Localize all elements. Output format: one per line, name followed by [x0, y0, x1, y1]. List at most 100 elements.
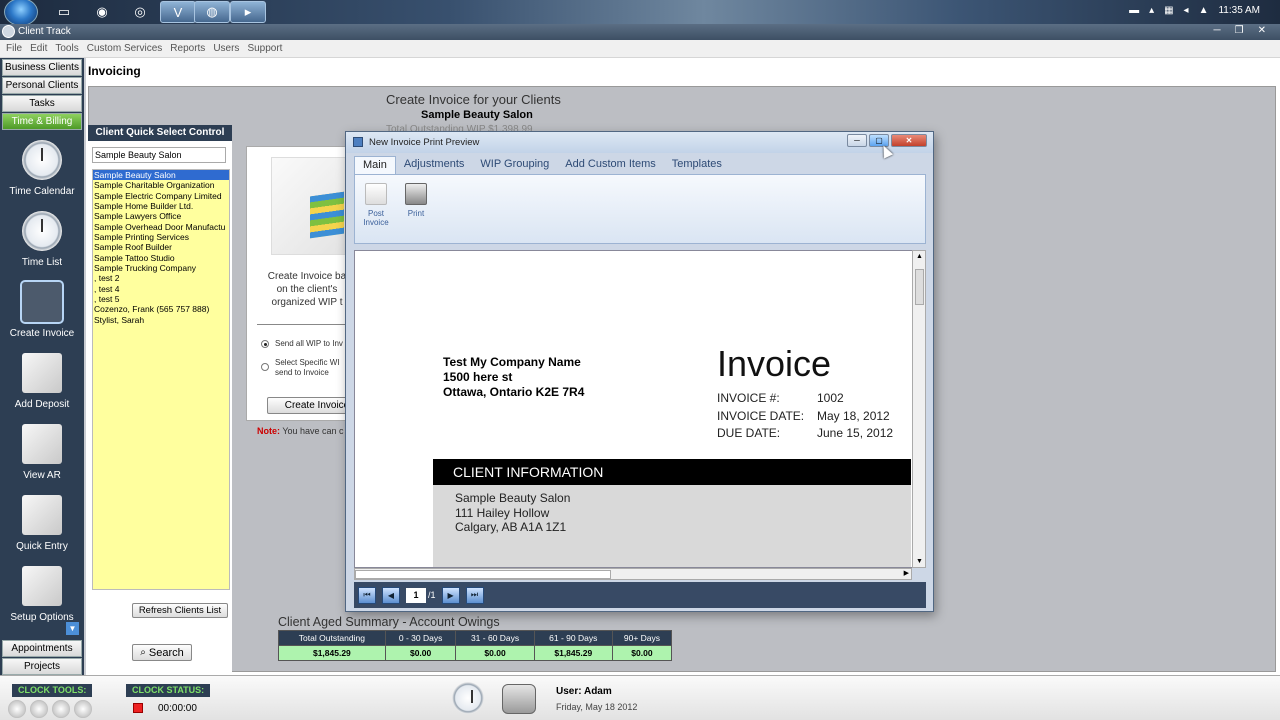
menu-file[interactable]: File — [2, 40, 26, 57]
nav-tab-time-billing[interactable]: Time & Billing — [2, 113, 82, 130]
scroll-up-icon[interactable]: ▲ — [916, 253, 923, 260]
nav-item-create-invoice[interactable]: Create Invoice — [0, 273, 84, 344]
nav-item-setup-options[interactable]: Setup Options — [0, 557, 84, 628]
close-icon[interactable]: ✕ — [891, 134, 927, 147]
nav-item-quick-entry[interactable]: Quick Entry — [0, 486, 84, 557]
menu-support[interactable]: Support — [243, 40, 286, 57]
close-icon[interactable]: ✕ — [1258, 25, 1266, 36]
signal-icon[interactable]: ▲ — [1199, 5, 1209, 16]
client-search-input[interactable] — [92, 147, 226, 163]
keyboard-icon[interactable]: ▬ — [1129, 5, 1139, 16]
list-item[interactable]: Sample Charitable Organization — [93, 180, 229, 190]
volume-icon[interactable]: ◂ — [1184, 5, 1189, 16]
create-heading: Create Invoice for your Clients — [386, 92, 561, 107]
prev-page-icon[interactable]: ◀ — [382, 586, 400, 604]
radio-send-all-wip[interactable]: Send all WIP to Inv — [261, 339, 343, 349]
minimize-icon[interactable]: ─ — [1214, 25, 1221, 36]
tab-main[interactable]: Main — [354, 156, 396, 174]
nav-item-time-list[interactable]: Time List — [0, 202, 84, 273]
menu-users[interactable]: Users — [209, 40, 243, 57]
network-icon[interactable]: ▦ — [1164, 5, 1173, 16]
os-taskbar: ▭ ◉ ◎ V ◍ ▸ ▬ ▴ ▦ ◂ ▲ 11:35 AM — [0, 0, 1280, 26]
minimize-icon[interactable]: ─ — [847, 134, 867, 147]
tab-add-custom-items[interactable]: Add Custom Items — [557, 156, 663, 174]
post-invoice-label: Post Invoice — [363, 209, 389, 227]
scroll-right-icon[interactable]: ▶ — [904, 569, 909, 577]
scroll-thumb[interactable] — [355, 570, 611, 579]
stopwatch-add-icon[interactable] — [452, 682, 484, 714]
list-item[interactable]: Cozenzo, Frank (565 757 888) — [93, 304, 229, 314]
clock-text[interactable]: 11:35 AM — [1218, 5, 1260, 16]
nav-tab-appointments[interactable]: Appointments — [2, 640, 82, 657]
status-bar: CLOCK TOOLS: CLOCK STATUS: 00:00:00 User… — [0, 675, 1280, 720]
nav-item-view-ar[interactable]: View AR — [0, 415, 84, 486]
scroll-down-icon[interactable]: ▼ — [916, 558, 923, 565]
tab-wip-grouping[interactable]: WIP Grouping — [472, 156, 557, 174]
nav-tab-business-clients[interactable]: Business Clients — [2, 59, 82, 76]
clock-reset-icon[interactable] — [74, 700, 92, 718]
last-page-icon[interactable]: ⏭ — [465, 586, 484, 604]
clock-pause-icon[interactable] — [30, 700, 48, 718]
table-cell: $0.00 — [611, 645, 673, 661]
page-total: /1 — [428, 590, 436, 600]
radio-dot[interactable] — [261, 340, 269, 348]
page-number-input[interactable]: 1 — [406, 587, 426, 603]
list-item[interactable]: , test 2 — [93, 273, 229, 283]
clock-start-icon[interactable] — [8, 700, 26, 718]
folder-icon[interactable]: ▭ — [46, 1, 82, 23]
nav-tab-personal-clients[interactable]: Personal Clients — [2, 77, 82, 94]
browser-icon[interactable]: ◎ — [122, 1, 158, 23]
first-page-icon[interactable]: ⏮ — [358, 586, 376, 604]
horizontal-scrollbar[interactable]: ▶ — [354, 568, 912, 580]
refresh-clients-button[interactable]: Refresh Clients List — [132, 603, 228, 618]
aged-summary-title: Client Aged Summary - Account Owings — [278, 615, 500, 629]
list-item[interactable]: Sample Electric Company Limited — [93, 191, 229, 201]
nav-item-add-deposit[interactable]: Add Deposit — [0, 344, 84, 415]
vertical-scrollbar[interactable]: ▲ ▼ — [912, 250, 926, 568]
dialog-title: New Invoice Print Preview — [369, 137, 480, 148]
search-button[interactable]: ⌕ Search — [132, 644, 192, 661]
maximize-icon[interactable]: ❐ — [1235, 25, 1244, 36]
radio-dot[interactable] — [261, 363, 269, 371]
list-item[interactable]: Sample Overhead Door Manufactu — [93, 222, 229, 232]
list-item[interactable]: Sample Roof Builder — [93, 242, 229, 252]
module-title: Invoicing — [88, 64, 141, 78]
menu-reports[interactable]: Reports — [166, 40, 209, 57]
app-taskbar-icon[interactable]: ◍ — [194, 1, 230, 23]
post-invoice-button[interactable]: Post Invoice — [357, 177, 395, 241]
tab-adjustments[interactable]: Adjustments — [396, 156, 473, 174]
magnifier-document-icon — [22, 424, 62, 464]
table-cell: $0.00 — [455, 645, 535, 661]
clock-stop-icon[interactable] — [52, 700, 70, 718]
list-item[interactable]: , test 4 — [93, 284, 229, 294]
scroll-thumb[interactable] — [915, 269, 924, 305]
app-v-icon[interactable]: V — [160, 1, 196, 23]
firefox-icon[interactable]: ◉ — [84, 1, 120, 23]
nav-tab-tasks[interactable]: Tasks — [2, 95, 82, 112]
chevron-up-icon[interactable]: ▴ — [1149, 5, 1154, 16]
list-item[interactable]: Sample Lawyers Office — [93, 211, 229, 221]
next-page-icon[interactable]: ▶ — [441, 586, 460, 604]
tab-templates[interactable]: Templates — [664, 156, 730, 174]
print-button[interactable]: Print — [397, 177, 435, 241]
nav-tab-projects[interactable]: Projects — [2, 658, 82, 675]
phone-icon[interactable] — [502, 684, 536, 714]
menu-edit[interactable]: Edit — [26, 40, 51, 57]
search-icon: ⌕ — [140, 647, 146, 658]
radio-select-specific-wip[interactable]: Select Specific WI send to Invoice — [261, 358, 339, 378]
list-item[interactable]: Stylist, Sarah — [93, 315, 229, 325]
menu-tools[interactable]: Tools — [51, 40, 82, 57]
list-item[interactable]: Sample Trucking Company — [93, 263, 229, 273]
app2-taskbar-icon[interactable]: ▸ — [230, 1, 266, 23]
nav-item-time-calendar[interactable]: Time Calendar — [0, 131, 84, 202]
list-item[interactable]: Sample Tattoo Studio — [93, 253, 229, 263]
menu-custom-services[interactable]: Custom Services — [83, 40, 167, 57]
clock-status-label: CLOCK STATUS: — [126, 684, 211, 697]
list-item[interactable]: , test 5 — [93, 294, 229, 304]
start-button[interactable] — [4, 0, 38, 26]
list-item[interactable]: Sample Home Builder Ltd. — [93, 201, 229, 211]
list-item[interactable]: Sample Printing Services — [93, 232, 229, 242]
chevron-down-icon[interactable]: ▼ — [66, 622, 79, 635]
list-item[interactable]: Sample Beauty Salon — [93, 170, 229, 181]
client-list[interactable]: Sample Beauty Salon Sample Charitable Or… — [92, 169, 230, 590]
